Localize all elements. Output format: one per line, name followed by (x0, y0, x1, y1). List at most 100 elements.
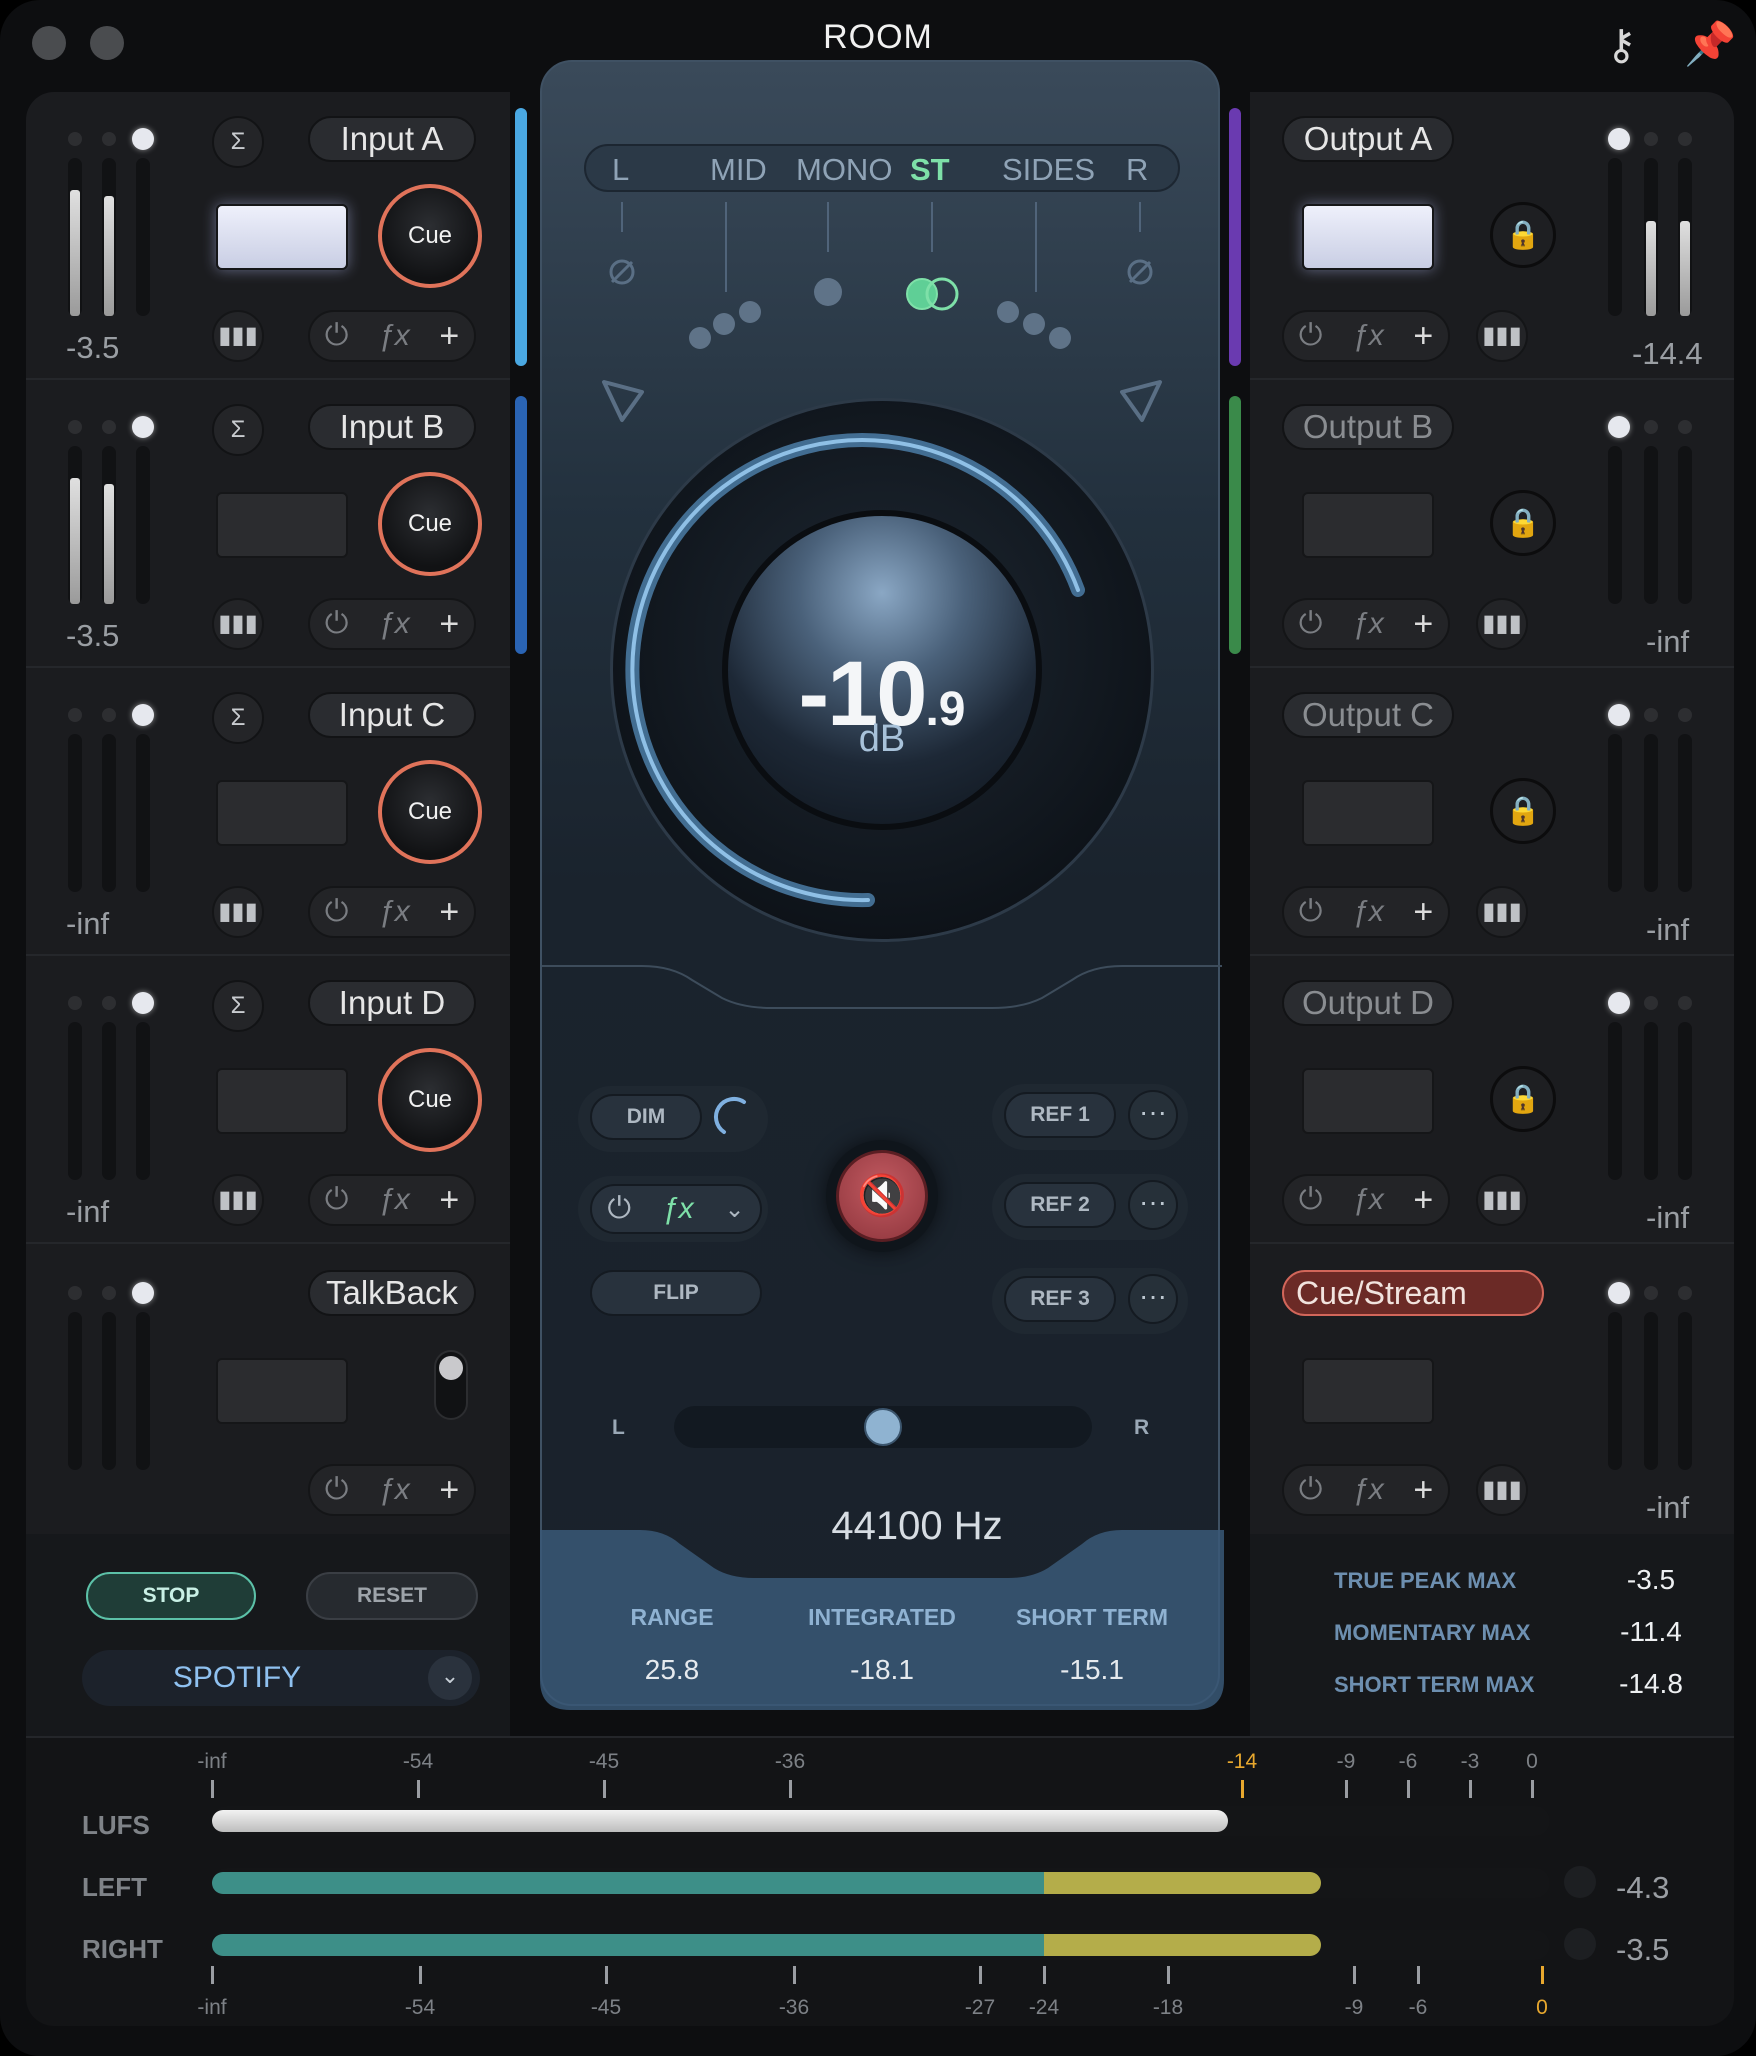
add-icon[interactable]: + (439, 1471, 459, 1510)
dim-level-icon[interactable] (710, 1094, 758, 1142)
input-name[interactable]: Input A (308, 116, 476, 162)
input-name[interactable]: Input B (308, 404, 476, 450)
add-icon[interactable]: + (1413, 317, 1433, 356)
output-name[interactable]: Output A (1282, 116, 1454, 162)
dim-button[interactable]: DIM (590, 1094, 702, 1140)
meter-view-button[interactable]: ▮▮▮ (212, 1174, 264, 1226)
output-color-swatch[interactable] (1302, 492, 1434, 558)
meter-view-button[interactable]: ▮▮▮ (1476, 1174, 1528, 1226)
meter-view-button[interactable]: ▮▮▮ (1476, 598, 1528, 650)
more-icon[interactable]: ··· (1128, 1180, 1178, 1230)
talkback-label[interactable]: TalkBack (308, 1270, 476, 1316)
output-color-swatch[interactable] (1302, 780, 1434, 846)
power-icon[interactable]: ⏻ (1299, 895, 1323, 929)
power-icon[interactable]: ⏻ (325, 1183, 349, 1217)
key-icon[interactable]: ⚷ (1606, 20, 1637, 69)
fx-icon[interactable]: ƒx (1352, 319, 1384, 353)
power-icon[interactable]: ⏻ (325, 895, 349, 929)
fx-icon[interactable]: ƒx (662, 1192, 694, 1226)
mode-r[interactable]: R (1126, 152, 1148, 188)
fx-icon[interactable]: ƒx (1352, 1183, 1384, 1217)
input-color-swatch[interactable] (216, 492, 348, 558)
fx-icon[interactable]: ƒx (378, 1473, 410, 1507)
cue-stream-label[interactable]: Cue/Stream (1282, 1270, 1544, 1316)
lock-icon[interactable]: 🔒 (1490, 778, 1556, 844)
ref-button[interactable]: REF 1 (1004, 1092, 1116, 1138)
balance-thumb[interactable] (864, 1408, 902, 1446)
meter-view-button[interactable]: ▮▮▮ (1476, 1464, 1528, 1516)
input-color-swatch[interactable] (216, 204, 348, 270)
output-color-swatch[interactable] (1302, 1068, 1434, 1134)
fx-icon[interactable]: ƒx (378, 1183, 410, 1217)
add-icon[interactable]: + (439, 893, 459, 932)
add-icon[interactable]: + (1413, 1471, 1433, 1510)
add-icon[interactable]: + (439, 1181, 459, 1220)
input-name[interactable]: Input C (308, 692, 476, 738)
add-icon[interactable]: + (1413, 893, 1433, 932)
mode-mid[interactable]: MID (710, 152, 767, 188)
power-icon[interactable]: ⏻ (1299, 1473, 1323, 1507)
cue-stream-swatch[interactable] (1302, 1358, 1434, 1424)
sum-icon[interactable]: Σ (212, 116, 264, 168)
preset-select[interactable]: SPOTIFY ⌄ (82, 1650, 480, 1706)
power-icon[interactable]: ⏻ (1299, 1183, 1323, 1217)
mode-sides[interactable]: SIDES (1002, 152, 1095, 188)
flip-button[interactable]: FLIP (590, 1270, 762, 1316)
input-color-swatch[interactable] (216, 1068, 348, 1134)
lock-icon[interactable]: 🔒 (1490, 202, 1556, 268)
ref-button[interactable]: REF 3 (1004, 1276, 1116, 1322)
power-icon[interactable]: ⏻ (1299, 319, 1323, 353)
power-icon[interactable]: ⏻ (325, 319, 349, 353)
pin-icon[interactable]: 📌 (1684, 20, 1736, 69)
fx-icon[interactable]: ƒx (1352, 895, 1384, 929)
lock-icon[interactable]: 🔒 (1490, 1066, 1556, 1132)
mode-l[interactable]: L (612, 152, 629, 188)
reset-button[interactable]: RESET (306, 1572, 478, 1620)
power-icon[interactable]: ⏻ (325, 1473, 349, 1507)
output-color-swatch[interactable] (1302, 204, 1434, 270)
fx-icon[interactable]: ƒx (378, 895, 410, 929)
output-name[interactable]: Output D (1282, 980, 1454, 1026)
sum-icon[interactable]: Σ (212, 980, 264, 1032)
more-icon[interactable]: ··· (1128, 1090, 1178, 1140)
mode-st[interactable]: ST (910, 152, 950, 188)
meter-view-button[interactable]: ▮▮▮ (1476, 886, 1528, 938)
input-color-swatch[interactable] (216, 780, 348, 846)
add-icon[interactable]: + (1413, 605, 1433, 644)
sum-icon[interactable]: Σ (212, 692, 264, 744)
clip-indicator[interactable] (1564, 1866, 1596, 1898)
meter-view-button[interactable]: ▮▮▮ (212, 310, 264, 362)
input-name[interactable]: Input D (308, 980, 476, 1026)
fx-icon[interactable]: ƒx (1352, 607, 1384, 641)
power-icon[interactable]: ⏻ (607, 1192, 631, 1226)
chevron-down-icon[interactable]: ⌄ (724, 1195, 744, 1224)
sum-icon[interactable]: Σ (212, 404, 264, 456)
fx-icon[interactable]: ƒx (378, 607, 410, 641)
mute-button[interactable]: 🔇 (836, 1150, 928, 1242)
meter-view-button[interactable]: ▮▮▮ (1476, 310, 1528, 362)
output-name[interactable]: Output B (1282, 404, 1454, 450)
talkback-swatch[interactable] (216, 1358, 348, 1424)
cue-knob[interactable]: Cue (378, 472, 482, 576)
fx-chain-control[interactable]: ⏻ ƒx ⌄ (590, 1184, 762, 1234)
mode-mono[interactable]: MONO (796, 152, 892, 188)
cue-knob[interactable]: Cue (378, 760, 482, 864)
ref-button[interactable]: REF 2 (1004, 1182, 1116, 1228)
add-icon[interactable]: + (439, 317, 459, 356)
cue-knob[interactable]: Cue (378, 1048, 482, 1152)
cue-knob[interactable]: Cue (378, 184, 482, 288)
more-icon[interactable]: ··· (1128, 1274, 1178, 1324)
lock-icon[interactable]: 🔒 (1490, 490, 1556, 556)
chevron-down-icon[interactable]: ⌄ (428, 1656, 472, 1700)
add-icon[interactable]: + (439, 605, 459, 644)
fx-icon[interactable]: ƒx (1352, 1473, 1384, 1507)
meter-view-button[interactable]: ▮▮▮ (212, 598, 264, 650)
output-name[interactable]: Output C (1282, 692, 1454, 738)
add-icon[interactable]: + (1413, 1181, 1433, 1220)
fx-icon[interactable]: ƒx (378, 319, 410, 353)
power-icon[interactable]: ⏻ (325, 607, 349, 641)
clip-indicator[interactable] (1564, 1928, 1596, 1960)
power-icon[interactable]: ⏻ (1299, 607, 1323, 641)
stop-button[interactable]: STOP (86, 1572, 256, 1620)
talkback-toggle[interactable] (434, 1350, 468, 1420)
